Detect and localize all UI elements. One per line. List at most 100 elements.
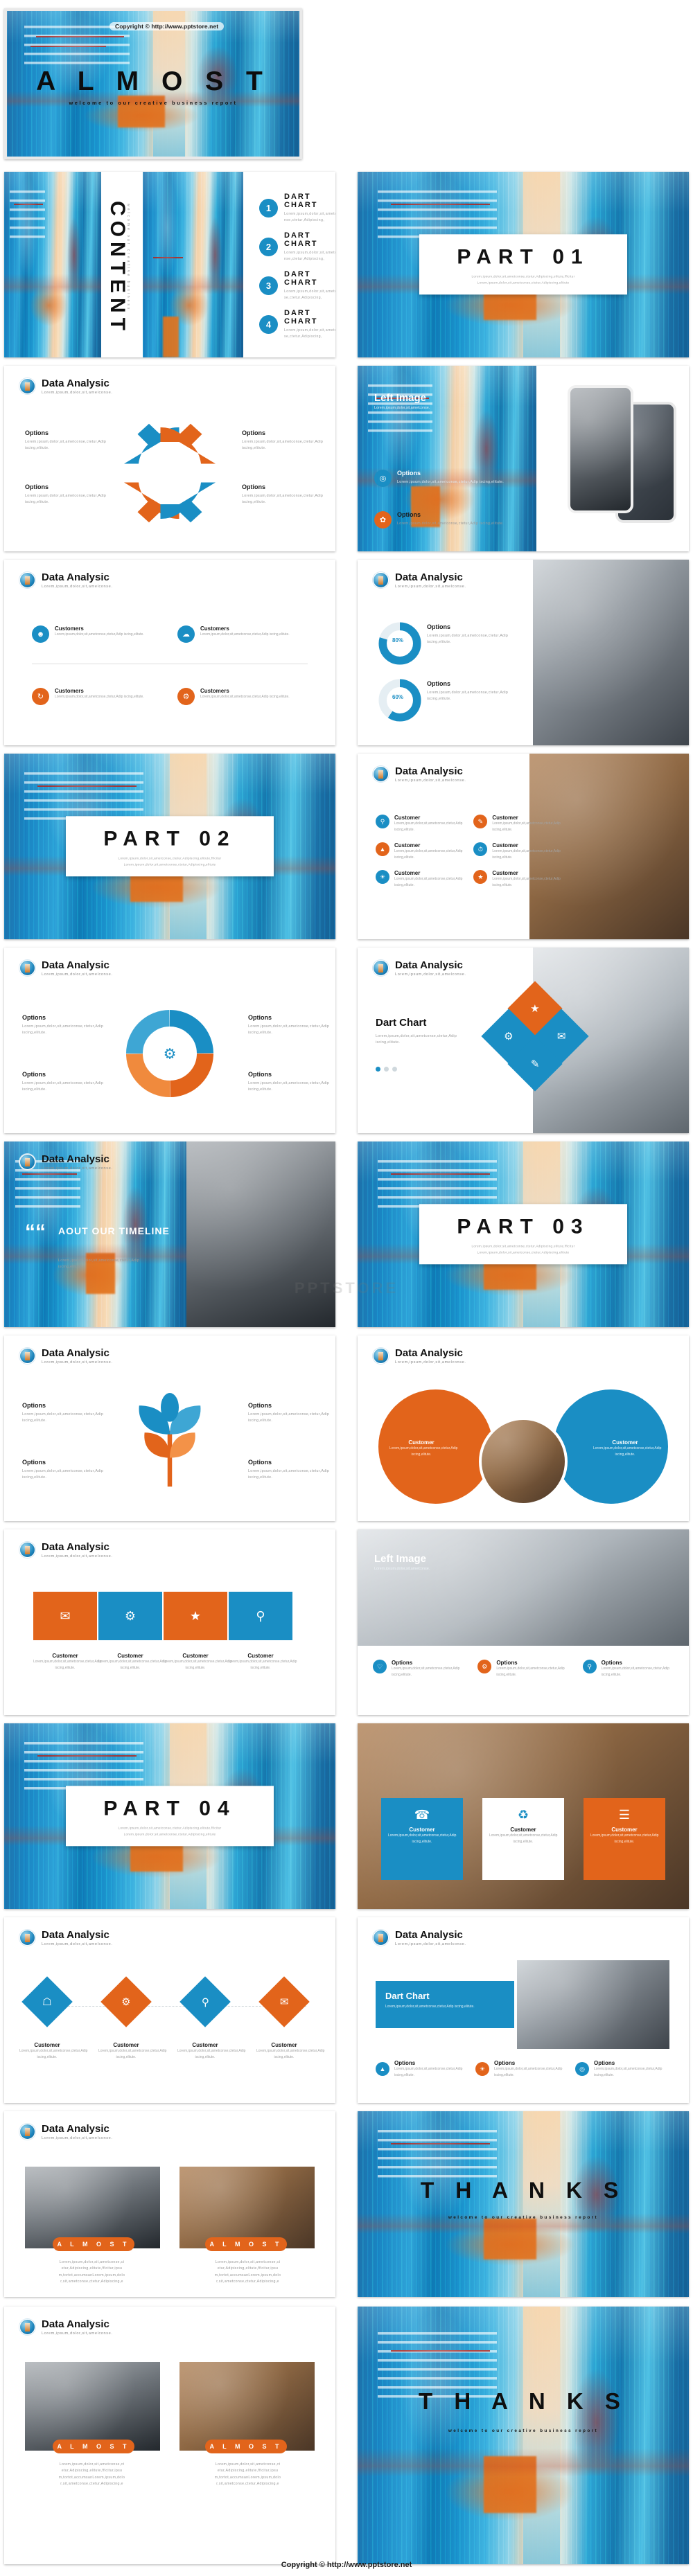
option-row[interactable]: ◎ Options Lorem,ipsum,dolor,sit,ametcons… (374, 470, 506, 487)
dot-indicators[interactable] (376, 1067, 397, 1072)
slide-donut-chart[interactable]: Data Analysic Lorem,ipsum,dolor,sit,amel… (358, 560, 689, 745)
icon-body: Lorem,ipsum,dolor,sit,ametconse,ctetur,A… (200, 695, 290, 699)
option-item[interactable]: ♡ Options Lorem,ipsum,dolor,sit,ametconse,… (373, 1660, 468, 1678)
timeline-node-blue[interactable]: ⚲ (179, 1976, 231, 2027)
content-left-image (4, 172, 101, 357)
slide-content[interactable]: CONTENT welcome our creative business 1 … (4, 172, 335, 357)
slide-four-icons[interactable]: Data Analysic Lorem,ipsum,dolor,sit,amel… (4, 560, 335, 745)
pill-left[interactable]: A L M O S T (53, 2237, 134, 2251)
option-item[interactable]: ⚲ Options Lorem,ipsum,dolor,sit,ametconse,… (582, 1660, 678, 1678)
user-icon: ☻ (32, 625, 49, 643)
card-blue[interactable]: ☎ Customer Lorem,ipsum,dolor,sit,ametcon… (381, 1798, 463, 1880)
content-item[interactable]: 3 DART CHART Lorem,ipsum,dolor,sit,ametc… (259, 270, 335, 301)
option-row[interactable]: ✿ Options Lorem,ipsum,dolor,sit,ametcons… (374, 511, 506, 528)
part-desc: Lorem,ipsum,dolor,sit,ametconse,ctetur,A… (471, 274, 575, 284)
slide-two-circles[interactable]: Data Analysic Lorem,ipsum,dolor,sit,amel… (358, 1335, 689, 1521)
slide-timeline[interactable]: Data Analysic Lorem,ipsum,dolor,sit,amel… (4, 1917, 335, 2103)
caption-right: Lorem,ipsum,dolor,sit,ametconse,ct etur,… (214, 2462, 281, 2486)
slide-gear-options[interactable]: Data Analysic Lorem,ipsum,dolor,sit,amel… (4, 366, 335, 551)
puzzle-piece-orange[interactable]: ★ (164, 1592, 227, 1640)
slide-subtitle: Lorem,ipsum,dolor,sit,amelconse. (42, 1360, 113, 1365)
slide-left-image[interactable]: Left Image Lorem,ipsum,dolor,sit,amelcon… (358, 366, 689, 551)
pill-right[interactable]: A L M O S T (205, 2237, 287, 2251)
template-preview-sheet: Copyright © http://www.pptstore.net A L … (0, 0, 693, 2576)
puzzle-piece-blue[interactable]: ⚲ (229, 1592, 292, 1640)
dot[interactable] (392, 1067, 397, 1072)
option-item[interactable]: ◎ Options Lorem,ipsum,dolor,sit,ametconse,… (575, 2060, 662, 2078)
slide-three-cards[interactable]: ☎ Customer Lorem,ipsum,dolor,sit,ametcon… (358, 1723, 689, 1909)
timeline-node-orange[interactable]: ✉ (258, 1976, 310, 2027)
dot[interactable] (384, 1067, 389, 1072)
card-white[interactable]: ♻ Customer Lorem,ipsum,dolor,sit,ametcon… (482, 1798, 564, 1880)
part-card: PART 01 Lorem,ipsum,dolor,sit,ametconse,… (419, 234, 627, 295)
slide-part-01[interactable]: PART 01 Lorem,ipsum,dolor,sit,ametconse,… (358, 172, 689, 357)
gear-segment-label: 04 (179, 484, 191, 496)
slide-cover[interactable]: Copyright © http://www.pptstore.net A L … (4, 8, 302, 159)
option-heading: Options (22, 1071, 46, 1078)
content-item[interactable]: 2 DART CHART Lorem,ipsum,dolor,sit,ametc… (259, 231, 335, 262)
icon-item[interactable]: ☁ Customers Lorem,ipsum,dolor,sit,ametco… (177, 625, 299, 643)
grid-cell[interactable]: ⚲ Customer Lorem,ipsum,dolor,sit,ametconse… (376, 815, 462, 833)
slide-subtitle: Lorem,ipsum,dolor,sit,amelconse. (395, 778, 466, 783)
slide-left-image-2[interactable]: Left Image Lorem,ipsum,dolor,sit,amelcon… (358, 1529, 689, 1715)
clock-icon: ⏱ (473, 842, 488, 856)
timeline-node-orange[interactable]: ⚙ (100, 1976, 152, 2027)
option-heading: Options (25, 483, 49, 490)
puzzle-label-block: Customer Lorem,ipsum,dolor,sit,ametconse,… (229, 1653, 297, 1671)
gear-segment-label: 01 (150, 453, 162, 465)
icon-body: Lorem,ipsum,dolor,sit,ametconse,ctetur,A… (200, 632, 290, 637)
option-item[interactable]: ▲ Options Lorem,ipsum,dolor,sit,ametconse,… (376, 2060, 462, 2078)
option-block: Options Lorem,ipsum,dolor,sit,ametconse,c… (248, 1071, 329, 1094)
slide-diamond-chart[interactable]: Data Analysic Lorem,ipsum,dolor,sit,amel… (358, 948, 689, 1133)
option-block: Options Lorem,ipsum,dolor,sit,ametconse,c… (248, 1459, 329, 1482)
slide-six-grid[interactable]: Data Analysic Lorem,ipsum,dolor,sit,amel… (358, 754, 689, 939)
option-heading: Options (248, 1402, 272, 1409)
option-item[interactable]: ☀ Options Lorem,ipsum,dolor,sit,ametconse,… (475, 2060, 562, 2078)
slide-two-images[interactable]: Data Analysic Lorem,ipsum,dolor,sit,amel… (4, 2111, 335, 2297)
brand-logo-icon (373, 766, 389, 783)
card-orange[interactable]: ☰ Customer Lorem,ipsum,dolor,sit,ametcon… (584, 1798, 665, 1880)
slide-tree-options[interactable]: Data Analysic Lorem,ipsum,dolor,sit,amel… (4, 1335, 335, 1521)
slide-ring-options[interactable]: Data Analysic Lorem,ipsum,dolor,sit,amel… (4, 948, 335, 1133)
option-heading: Options (601, 1660, 622, 1666)
content-item[interactable]: 4 DART CHART Lorem,ipsum,dolor,sit,ametc… (259, 309, 335, 339)
left-image-heading: Left Image (374, 392, 427, 404)
donut-value-2: 60% (392, 694, 404, 700)
icon-item[interactable]: ↻ Customers Lorem,ipsum,dolor,sit,ametco… (32, 688, 153, 705)
pill-right[interactable]: A L M O S T (205, 2440, 287, 2453)
icon-item[interactable]: ☻ Customers Lorem,ipsum,dolor,sit,ametco… (32, 625, 153, 643)
slide-puzzle[interactable]: Data Analysic Lorem,ipsum,dolor,sit,amel… (4, 1529, 335, 1715)
grid-cell[interactable]: ✎ Customer Lorem,ipsum,dolor,sit,ametconse… (473, 815, 561, 833)
slide-header: Data Analysic Lorem,ipsum,dolor,sit,amel… (19, 2124, 113, 2140)
slide-thanks-2[interactable]: T H A N K S welcome to our creative busi… (358, 2307, 689, 2564)
cell-label: Customer (394, 842, 421, 849)
content-mid-image (143, 172, 243, 357)
grid-cell[interactable]: ☀ Customer Lorem,ipsum,dolor,sit,ametconse… (376, 870, 462, 888)
slide-two-images-2[interactable]: Data Analysic Lorem,ipsum,dolor,sit,amel… (4, 2307, 335, 2564)
option-item[interactable]: ⚙ Options Lorem,ipsum,dolor,sit,ametconse,… (477, 1660, 572, 1678)
gear-icon: ✿ (374, 511, 392, 528)
option-heading: Options (248, 1071, 272, 1078)
pill-left[interactable]: A L M O S T (53, 2440, 134, 2453)
slide-part-03[interactable]: PART 03 Lorem,ipsum,dolor,sit,ametconse,… (358, 1142, 689, 1327)
puzzle-piece-blue[interactable]: ⚙ (98, 1592, 162, 1640)
slide-thanks[interactable]: T H A N K S welcome to our creative busi… (358, 2111, 689, 2297)
dot-active[interactable] (376, 1067, 380, 1072)
grid-cell[interactable]: ⏱ Customer Lorem,ipsum,dolor,sit,ametconse… (473, 842, 561, 860)
part-title: PART 01 (457, 245, 590, 269)
content-item-number: 4 (259, 314, 278, 334)
lightbulb-icon: ☀ (475, 2062, 489, 2076)
slide-dart-chart-2[interactable]: Data Analysic Lorem,ipsum,dolor,sit,amel… (358, 1917, 689, 2103)
content-item-desc: Lorem,ipsum,dolor,sit,ametcon se,ctetur,… (284, 290, 335, 300)
icon-item[interactable]: ⚙ Customers Lorem,ipsum,dolor,sit,ametco… (177, 688, 299, 705)
grid-cell[interactable]: ★ Customer Lorem,ipsum,dolor,sit,ametconse… (473, 870, 561, 888)
slide-header: Data Analysic Lorem,ipsum,dolor,sit,amel… (373, 572, 466, 589)
content-item[interactable]: 1 DART CHART Lorem,ipsum,dolor,sit,ametc… (259, 193, 335, 223)
slide-quote[interactable]: Data Analysic Lorem,ipsum,dolor,sit,amel… (4, 1142, 335, 1327)
slide-part-02[interactable]: PART 02 Lorem,ipsum,dolor,sit,ametconse,… (4, 754, 335, 939)
slide-part-04[interactable]: PART 04 Lorem,ipsum,dolor,sit,ametconse,… (4, 1723, 335, 1909)
grid-cell[interactable]: ▲ Customer Lorem,ipsum,dolor,sit,ametconse… (376, 842, 462, 860)
puzzle-piece-orange[interactable]: ✉ (33, 1592, 97, 1640)
timeline-node-blue[interactable]: ☖ (21, 1976, 73, 2027)
slide-subtitle: Lorem,ipsum,dolor,sit,amelconse. (42, 2135, 113, 2140)
